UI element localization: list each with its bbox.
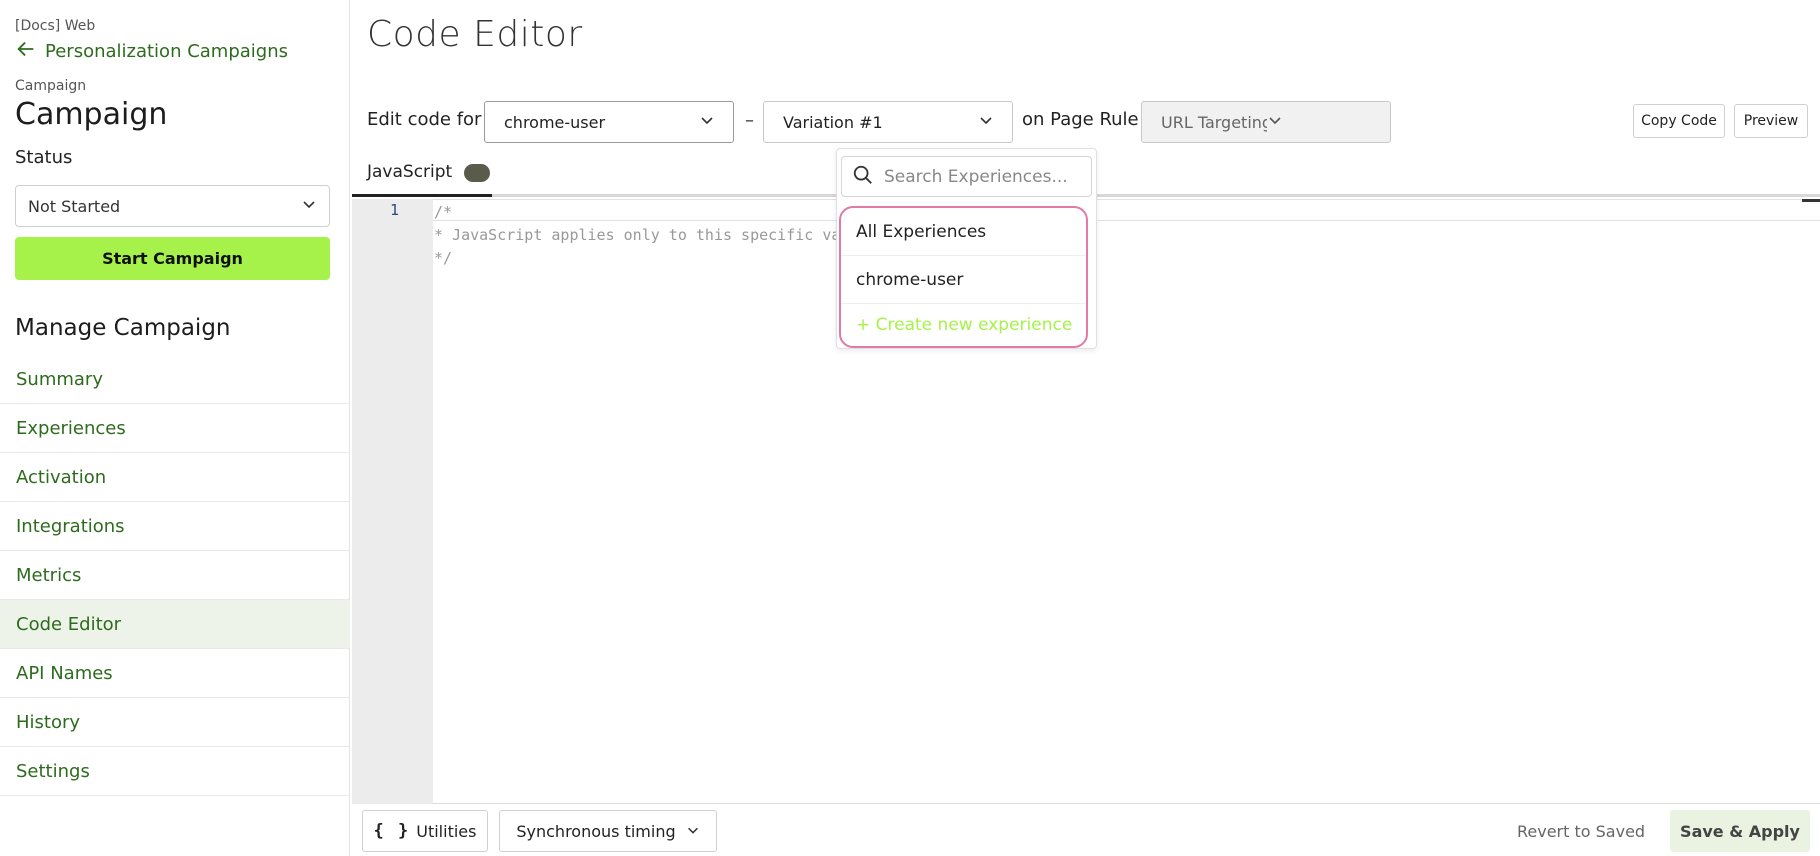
line-number: 1 (390, 201, 400, 219)
start-campaign-button[interactable]: Start Campaign (15, 237, 330, 280)
search-icon (852, 164, 874, 190)
experience-options: All Experiences chrome-user + Create new… (839, 206, 1088, 348)
tab-javascript[interactable]: JavaScript (367, 162, 452, 182)
edit-code-for-label: Edit code for (367, 109, 482, 130)
timing-label: Synchronous timing (516, 821, 676, 841)
org-name: [Docs] Web (15, 18, 96, 34)
preview-button[interactable]: Preview (1734, 104, 1808, 138)
sidebar-item-activation[interactable]: Activation (0, 453, 350, 502)
campaign-title: Campaign (15, 97, 168, 132)
on-page-rule-label: on Page Rule (1022, 109, 1139, 130)
experience-dropdown: All Experiences chrome-user + Create new… (836, 148, 1097, 349)
experience-select[interactable]: chrome-user (484, 101, 734, 143)
sidebar-item-summary[interactable]: Summary (0, 355, 350, 404)
timing-select[interactable]: Synchronous timing (499, 810, 717, 852)
page-rule-select-value: URL Targeting for Campaign (1161, 112, 1267, 132)
braces-icon: { } (373, 821, 411, 841)
variation-select[interactable]: Variation #1 (763, 101, 1013, 143)
separator-dash: – (745, 110, 754, 131)
back-link-label: Personalization Campaigns (45, 41, 288, 62)
chevron-down-icon (686, 822, 700, 841)
main-content: Code Editor Edit code for chrome-user – … (352, 0, 1820, 856)
status-label: Status (15, 147, 73, 168)
experience-select-value: chrome-user (504, 112, 606, 132)
sidebar-nav: Summary Experiences Activation Integrati… (0, 355, 350, 796)
status-value: Not Started (28, 196, 121, 216)
revert-to-saved-link[interactable]: Revert to Saved (1517, 822, 1645, 841)
sidebar-item-integrations[interactable]: Integrations (0, 502, 350, 551)
option-chrome-user[interactable]: chrome-user (841, 256, 1086, 304)
editor-gutter: 1 (352, 199, 433, 804)
copy-code-button[interactable]: Copy Code (1633, 104, 1725, 138)
option-all-experiences[interactable]: All Experiences (841, 208, 1086, 256)
sidebar-item-settings[interactable]: Settings (0, 747, 350, 796)
chevron-down-icon (1267, 112, 1373, 132)
tab-badge (464, 164, 490, 182)
page-rule-select[interactable]: URL Targeting for Campaign (1141, 101, 1391, 143)
save-apply-button[interactable]: Save & Apply (1670, 810, 1810, 852)
campaign-type-label: Campaign (15, 78, 87, 94)
page-title: Code Editor (367, 14, 583, 55)
chevron-down-icon (699, 112, 715, 132)
experience-search-input[interactable] (884, 166, 1084, 187)
arrow-left-icon (15, 38, 37, 65)
variation-select-value: Variation #1 (783, 112, 883, 132)
chevron-down-icon (978, 112, 994, 132)
create-new-experience-link[interactable]: + Create new experience (841, 304, 1086, 346)
sidebar-item-api-names[interactable]: API Names (0, 649, 350, 698)
active-tab-underline (352, 194, 492, 197)
back-link[interactable]: Personalization Campaigns (15, 38, 288, 65)
utilities-label: Utilities (416, 821, 477, 841)
sidebar-item-experiences[interactable]: Experiences (0, 404, 350, 453)
experience-search[interactable] (841, 156, 1092, 197)
chevron-down-icon (301, 196, 317, 216)
manage-campaign-heading: Manage Campaign (15, 315, 231, 341)
sidebar-item-history[interactable]: History (0, 698, 350, 747)
utilities-button[interactable]: { } Utilities (362, 810, 488, 852)
status-select[interactable]: Not Started (15, 185, 330, 227)
sidebar-item-code-editor[interactable]: Code Editor (0, 600, 350, 649)
sidebar-item-metrics[interactable]: Metrics (0, 551, 350, 600)
bottom-toolbar: { } Utilities Synchronous timing Revert … (352, 806, 1820, 856)
editor-scroll-indicator (1802, 199, 1820, 202)
sidebar: [Docs] Web Personalization Campaigns Cam… (0, 0, 350, 856)
